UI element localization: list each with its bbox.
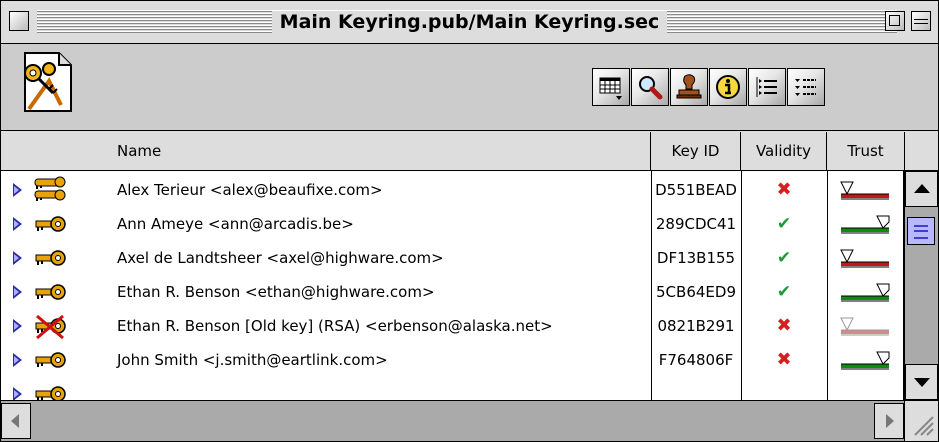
sign-stamp-icon xyxy=(676,74,702,99)
key-id: 0821B291 xyxy=(657,317,735,335)
disclosure-triangle-icon[interactable] xyxy=(13,353,22,367)
key-id: F764806F xyxy=(658,351,734,369)
toolbar xyxy=(1,44,938,131)
key-list: Alex Terieur <alex@beaufixe.com> D551BEAD… xyxy=(1,171,904,400)
view-options-button[interactable] xyxy=(592,68,630,106)
expand-list-icon xyxy=(756,77,777,97)
column-header-trust[interactable]: Trust xyxy=(827,132,905,170)
key-name: Ethan R. Benson <ethan@highware.com> xyxy=(117,283,435,301)
key-row[interactable]: Axel de Landtsheer <axel@highware.com> DF… xyxy=(1,241,904,275)
key-row[interactable]: Ethan R. Benson <ethan@highware.com> 5CB6… xyxy=(1,275,904,309)
public-key-icon xyxy=(35,216,66,232)
scroll-thumb[interactable] xyxy=(907,217,935,245)
scroll-down-arrow-icon[interactable] xyxy=(905,364,938,400)
key-id: 5CB64ED9 xyxy=(656,283,736,301)
column-header-name[interactable]: Name xyxy=(1,132,651,170)
column-header-bar: Name Key ID Validity Trust xyxy=(1,132,938,171)
info-button[interactable] xyxy=(709,68,747,106)
window-title: Main Keyring.pub/Main Keyring.sec xyxy=(271,11,668,33)
view-options-icon xyxy=(599,77,622,100)
horizontal-scrollbar[interactable] xyxy=(1,400,904,441)
trust-bar-icon xyxy=(837,280,893,304)
key-row[interactable]: John Smith <j.smith@eartlink.com> F764806… xyxy=(1,343,904,377)
resize-grip-icon[interactable] xyxy=(904,400,938,441)
scroll-up-arrow-icon[interactable] xyxy=(905,171,938,207)
vertical-scrollbar[interactable] xyxy=(904,171,938,400)
key-id: 289CDC41 xyxy=(655,215,737,233)
disclosure-triangle-icon[interactable] xyxy=(13,251,22,265)
key-row-partial[interactable] xyxy=(1,377,904,400)
key-row[interactable]: Alex Terieur <alex@beaufixe.com> D551BEAD… xyxy=(1,173,904,207)
collapse-box-icon[interactable] xyxy=(911,11,931,31)
scroll-left-arrow-icon[interactable] xyxy=(1,403,31,439)
trust-bar-icon xyxy=(837,348,893,372)
disclosure-triangle-icon[interactable] xyxy=(13,387,22,400)
revoked-key-icon xyxy=(35,314,66,340)
key-row[interactable]: Ethan R. Benson [Old key] (RSA) <erbenso… xyxy=(1,309,904,343)
key-name: Alex Terieur <alex@beaufixe.com> xyxy=(117,181,383,199)
public-key-icon xyxy=(35,386,66,400)
scroll-right-arrow-icon[interactable] xyxy=(874,403,904,439)
collapse-list-icon xyxy=(795,79,816,96)
info-icon xyxy=(716,75,740,99)
search-button[interactable] xyxy=(631,68,669,106)
key-pair-icon xyxy=(34,176,66,201)
valid-check-icon: ✔ xyxy=(776,214,792,234)
search-icon xyxy=(639,76,663,100)
title-bar[interactable]: Main Keyring.pub/Main Keyring.sec xyxy=(1,1,938,44)
key-name: Ann Ameye <ann@arcadis.be> xyxy=(117,215,354,233)
column-header-key-id[interactable]: Key ID xyxy=(651,132,741,170)
expand-list-button[interactable] xyxy=(748,68,786,106)
trust-bar-icon xyxy=(837,246,893,270)
key-name: Ethan R. Benson [Old key] (RSA) <erbenso… xyxy=(117,317,553,335)
disclosure-triangle-icon[interactable] xyxy=(13,285,22,299)
keyring-window: Main Keyring.pub/Main Keyring.sec Name K… xyxy=(0,0,939,442)
zoom-box-icon[interactable] xyxy=(885,11,905,31)
public-key-icon xyxy=(35,352,66,368)
disclosure-triangle-icon[interactable] xyxy=(13,217,22,231)
key-id: D551BEAD xyxy=(655,181,737,199)
trust-bar-icon xyxy=(837,212,893,236)
valid-check-icon: ✔ xyxy=(776,282,792,302)
sign-button[interactable] xyxy=(670,68,708,106)
invalid-x-icon: ✖ xyxy=(776,315,792,336)
column-header-validity[interactable]: Validity xyxy=(741,132,827,170)
public-key-icon xyxy=(35,250,66,266)
key-row[interactable]: Ann Ameye <ann@arcadis.be> 289CDC41 ✔ xyxy=(1,207,904,241)
key-name: Axel de Landtsheer <axel@highware.com> xyxy=(117,249,444,267)
disclosure-triangle-icon[interactable] xyxy=(13,183,22,197)
key-id: DF13B155 xyxy=(656,249,736,267)
key-name: John Smith <j.smith@eartlink.com> xyxy=(117,351,388,369)
public-key-icon xyxy=(35,284,66,300)
keyring-document-icon[interactable] xyxy=(19,51,77,115)
disclosure-triangle-icon[interactable] xyxy=(13,319,22,333)
invalid-x-icon: ✖ xyxy=(776,179,792,200)
invalid-x-icon: ✖ xyxy=(776,349,792,370)
trust-bar-icon xyxy=(837,314,893,338)
trust-bar-icon xyxy=(837,178,893,202)
collapse-list-button[interactable] xyxy=(787,68,825,106)
valid-check-icon: ✔ xyxy=(776,248,792,268)
